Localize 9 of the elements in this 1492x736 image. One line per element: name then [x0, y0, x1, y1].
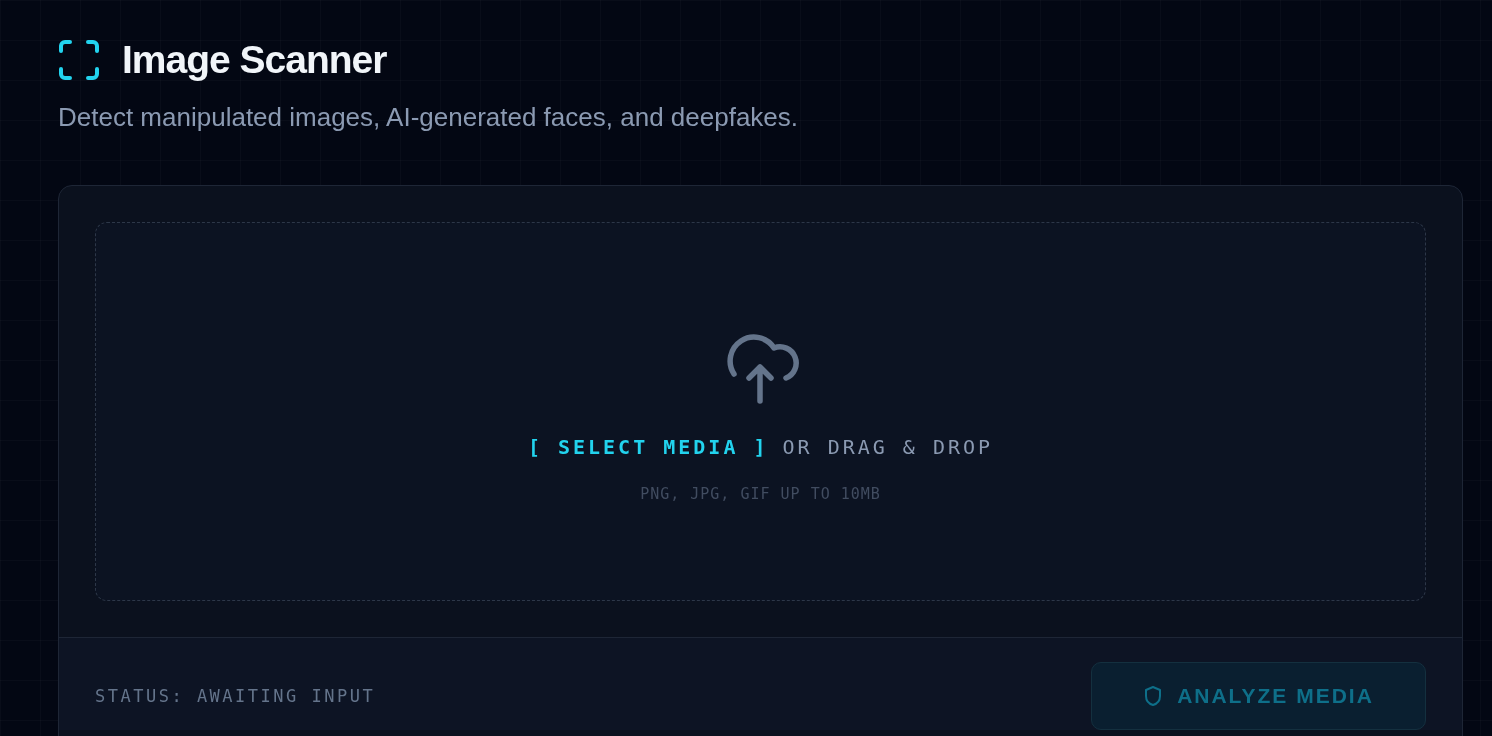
scan-frame-icon — [58, 39, 100, 81]
status-text: STATUS: AWAITING INPUT — [95, 686, 376, 706]
shield-icon — [1143, 685, 1164, 707]
page-title: Image Scanner — [122, 38, 387, 82]
file-types-hint: PNG, JPG, GIF UP TO 10MB — [640, 484, 881, 503]
drag-drop-text: OR DRAG & DROP — [782, 434, 994, 459]
drop-zone[interactable]: [ SELECT MEDIA ] OR DRAG & DROP PNG, JPG, GIF UP TO 10MB — [95, 222, 1426, 601]
select-media-link[interactable]: [ SELECT MEDIA ] — [527, 434, 769, 459]
page-subtitle: Detect manipulated images, AI-generated faces, and deepfakes. — [58, 102, 800, 133]
